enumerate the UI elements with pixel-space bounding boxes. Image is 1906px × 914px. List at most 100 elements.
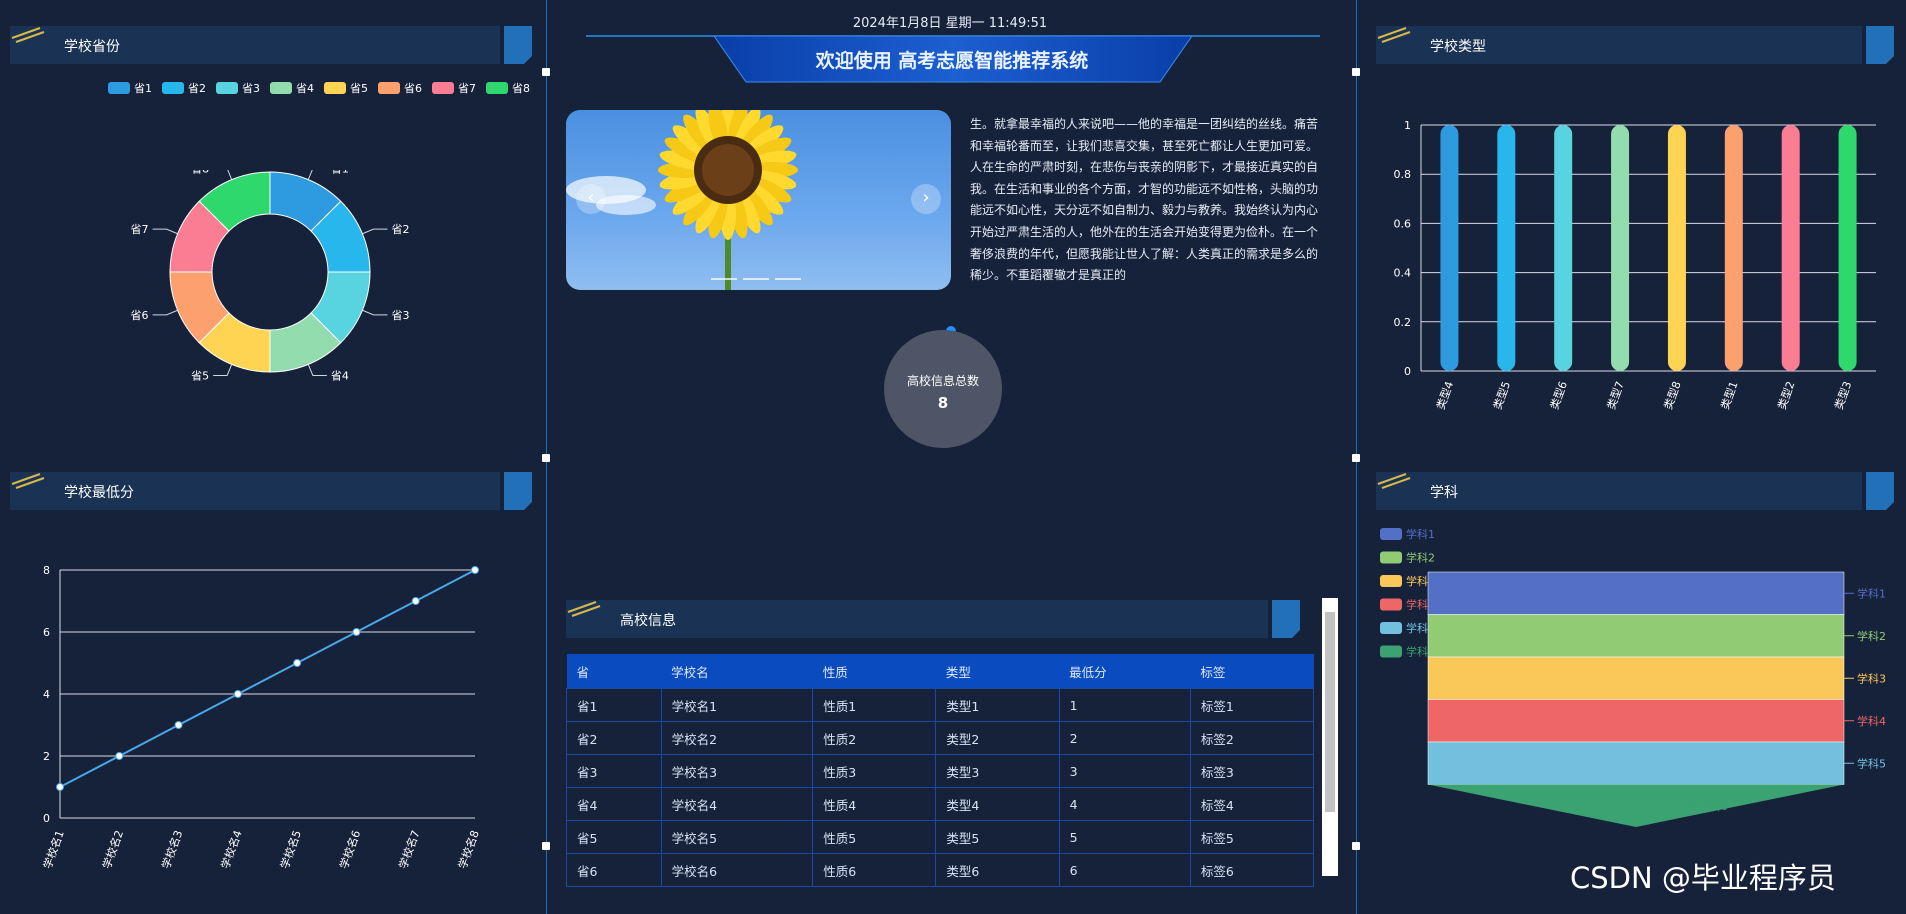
header-decoration-icon bbox=[11, 27, 45, 43]
legend-item[interactable]: 省8 bbox=[486, 80, 530, 96]
table-row[interactable]: 省6 学校名6 性质6 类型6 6 标签6 bbox=[566, 853, 1315, 887]
scrollbar-thumb[interactable] bbox=[1325, 612, 1335, 812]
y-tick-label: 0 bbox=[43, 812, 50, 825]
legend-swatch[interactable] bbox=[1380, 575, 1402, 587]
pie-label: 省6 bbox=[131, 309, 149, 322]
table-header-cell[interactable]: 类型 bbox=[935, 654, 1060, 689]
divider-handle bbox=[1352, 842, 1360, 850]
table-row[interactable]: 省3 学校名3 性质3 类型3 3 标签3 bbox=[566, 754, 1315, 788]
header-decoration-icon bbox=[567, 601, 601, 617]
funnel-segment[interactable] bbox=[1427, 699, 1845, 743]
legend-swatch bbox=[324, 82, 346, 94]
legend-swatch bbox=[270, 82, 292, 94]
subject-panel-title: 学科 bbox=[1430, 485, 1458, 501]
table-scrollbar[interactable] bbox=[1322, 598, 1338, 876]
legend-swatch[interactable] bbox=[1380, 551, 1402, 564]
legend-item[interactable]: 省4 bbox=[270, 80, 314, 96]
x-tick-label: 学校名1 bbox=[40, 828, 67, 870]
pie-label-line bbox=[213, 364, 233, 376]
x-tick-label: 类型5 bbox=[1490, 379, 1513, 411]
table-header-cell[interactable]: 省 bbox=[566, 654, 662, 689]
banner: 欢迎使用 高考志愿智能推荐系统 bbox=[714, 36, 1190, 82]
carousel-prev-button[interactable]: ‹ bbox=[576, 184, 606, 214]
legend-swatch[interactable] bbox=[1380, 622, 1402, 634]
x-tick-label: 类型7 bbox=[1604, 379, 1627, 411]
province-donut-chart: 省1 省2 省3 省4 省5 省6 省7 省8 bbox=[131, 170, 409, 382]
table-row[interactable]: 省5 学校名5 性质5 类型5 5 标签5 bbox=[566, 820, 1315, 854]
legend-item[interactable]: 省6 bbox=[378, 80, 422, 96]
legend-swatch[interactable] bbox=[1380, 528, 1402, 540]
data-point[interactable] bbox=[115, 752, 124, 760]
header-corner bbox=[1866, 472, 1894, 510]
funnel-segment[interactable] bbox=[1427, 656, 1845, 700]
bar[interactable] bbox=[1554, 125, 1573, 371]
funnel-segment[interactable] bbox=[1428, 784, 1844, 828]
table-cell: 2 bbox=[1058, 721, 1191, 755]
legend-swatch bbox=[162, 82, 184, 94]
data-point[interactable] bbox=[174, 721, 183, 729]
table-row[interactable]: 省1 学校名1 性质1 类型1 1 标签1 bbox=[566, 688, 1315, 722]
funnel-segment[interactable] bbox=[1427, 741, 1845, 785]
funnel-segment[interactable] bbox=[1427, 614, 1845, 658]
pie-label-line bbox=[307, 170, 313, 180]
current-datetime: 2024年1月8日 星期一 11:49:51 bbox=[852, 16, 1048, 31]
legend-label: 省1 bbox=[134, 82, 152, 95]
funnel-label: 学科4 bbox=[1857, 714, 1886, 728]
legend-item[interactable]: 省2 bbox=[162, 80, 206, 96]
y-tick-label: 1 bbox=[1404, 119, 1411, 132]
bar[interactable] bbox=[1667, 125, 1686, 371]
legend-label[interactable]: 学科1 bbox=[1406, 527, 1435, 541]
table-header-cell[interactable]: 学校名 bbox=[661, 654, 813, 689]
table-cell: 省3 bbox=[566, 754, 662, 788]
legend-label[interactable]: 学科2 bbox=[1406, 551, 1435, 565]
pie-label-line bbox=[227, 170, 233, 180]
carousel-next-button[interactable]: › bbox=[911, 184, 941, 214]
legend-swatch bbox=[216, 82, 238, 94]
data-point[interactable] bbox=[411, 597, 420, 605]
table-header-cell[interactable]: 最低分 bbox=[1059, 654, 1191, 689]
table-cell: 标签5 bbox=[1189, 820, 1315, 854]
table-cell: 标签1 bbox=[1189, 688, 1315, 722]
bar[interactable] bbox=[1724, 125, 1743, 371]
funnel-segment[interactable] bbox=[1427, 571, 1845, 615]
data-point[interactable] bbox=[293, 659, 302, 667]
table-row[interactable]: 省2 学校名2 性质2 类型2 2 标签2 bbox=[566, 721, 1315, 755]
province-legend[interactable]: 省1 省2 省3 省4 省5 省6 省7 省8 bbox=[108, 80, 530, 96]
data-point[interactable] bbox=[233, 690, 242, 698]
table-header-cell[interactable]: 性质 bbox=[812, 654, 936, 689]
pie-label-line bbox=[152, 228, 178, 235]
data-point[interactable] bbox=[471, 566, 479, 574]
y-tick-label: 0.2 bbox=[1394, 316, 1412, 329]
legend-item[interactable]: 省3 bbox=[216, 80, 260, 96]
image-carousel[interactable]: ‹ › bbox=[566, 110, 951, 290]
legend-swatch bbox=[486, 82, 508, 94]
table-row[interactable]: 省4 学校名4 性质4 类型4 4 标签4 bbox=[566, 787, 1315, 821]
pie-label: 省3 bbox=[391, 309, 409, 322]
carousel-indicators[interactable] bbox=[711, 278, 801, 280]
bar[interactable] bbox=[1838, 125, 1857, 371]
legend-swatch[interactable] bbox=[1380, 645, 1402, 658]
bar[interactable] bbox=[1440, 125, 1459, 371]
legend-swatch[interactable] bbox=[1380, 598, 1402, 611]
legend-item[interactable]: 省1 bbox=[108, 80, 152, 96]
header-corner bbox=[1272, 600, 1300, 638]
data-point[interactable] bbox=[56, 783, 64, 791]
table-cell: 性质2 bbox=[812, 721, 937, 755]
pie-label-line bbox=[307, 364, 327, 376]
table-header-cell[interactable]: 标签 bbox=[1190, 654, 1314, 689]
y-tick-label: 6 bbox=[43, 626, 50, 639]
table-cell: 性质3 bbox=[812, 754, 937, 788]
total-label: 高校信息总数 bbox=[906, 374, 979, 388]
data-point[interactable] bbox=[352, 628, 361, 636]
bar[interactable] bbox=[1497, 125, 1516, 371]
bar[interactable] bbox=[1611, 125, 1630, 371]
table-cell: 4 bbox=[1058, 787, 1191, 821]
bar[interactable] bbox=[1781, 125, 1800, 371]
minscore-panel-header: 学校最低分 bbox=[10, 472, 532, 510]
legend-item[interactable]: 省5 bbox=[324, 80, 368, 96]
pie-label-line bbox=[152, 309, 178, 316]
sunflower-image bbox=[566, 110, 798, 290]
table-cell: 学校名2 bbox=[660, 721, 814, 755]
legend-item[interactable]: 省7 bbox=[432, 80, 476, 96]
type-panel-header: 学校类型 bbox=[1376, 26, 1894, 64]
